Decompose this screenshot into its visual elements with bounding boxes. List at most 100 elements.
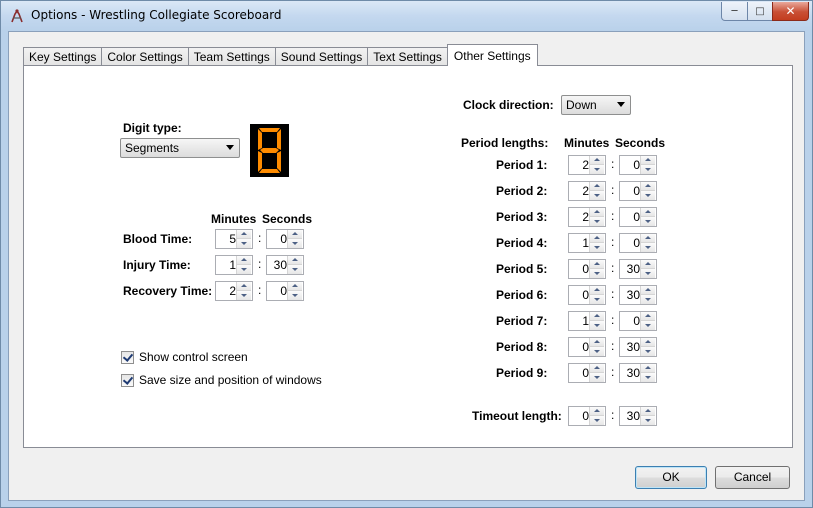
spin-up-icon[interactable] xyxy=(590,338,604,347)
recovery-time-minutes[interactable]: 2 xyxy=(215,281,253,301)
spin-buttons[interactable] xyxy=(589,156,605,174)
spin-buttons[interactable] xyxy=(589,234,605,252)
period-6-seconds[interactable]: 30 xyxy=(619,285,657,305)
spin-down-icon[interactable] xyxy=(641,347,655,356)
period-4-minutes[interactable]: 1 xyxy=(568,233,606,253)
period-1-minutes[interactable]: 2 xyxy=(568,155,606,175)
spin-buttons[interactable] xyxy=(640,407,656,425)
spin-down-icon[interactable] xyxy=(288,291,302,300)
spin-down-icon[interactable] xyxy=(590,321,604,330)
spin-down-icon[interactable] xyxy=(590,373,604,382)
spin-down-icon[interactable] xyxy=(641,243,655,252)
spin-up-icon[interactable] xyxy=(590,234,604,243)
period-9-minutes[interactable]: 0 xyxy=(568,363,606,383)
spin-buttons[interactable] xyxy=(287,230,303,248)
recovery-time-seconds[interactable]: 0 xyxy=(266,281,304,301)
injury-time-minutes[interactable]: 1 xyxy=(215,255,253,275)
spin-up-icon[interactable] xyxy=(288,282,302,291)
spin-up-icon[interactable] xyxy=(288,230,302,239)
tab-key-settings[interactable]: Key Settings xyxy=(23,47,103,66)
spin-down-icon[interactable] xyxy=(590,269,604,278)
spin-up-icon[interactable] xyxy=(641,234,655,243)
spin-down-icon[interactable] xyxy=(641,373,655,382)
blood-time-minutes[interactable]: 5 xyxy=(215,229,253,249)
timeout-seconds[interactable]: 30 xyxy=(619,406,657,426)
spin-up-icon[interactable] xyxy=(641,286,655,295)
spin-down-icon[interactable] xyxy=(590,416,604,425)
spin-down-icon[interactable] xyxy=(641,269,655,278)
spin-up-icon[interactable] xyxy=(641,338,655,347)
spin-down-icon[interactable] xyxy=(237,239,251,248)
spin-down-icon[interactable] xyxy=(237,265,251,274)
spin-buttons[interactable] xyxy=(640,208,656,226)
period-1-seconds[interactable]: 0 xyxy=(619,155,657,175)
period-6-minutes[interactable]: 0 xyxy=(568,285,606,305)
spin-down-icon[interactable] xyxy=(237,291,251,300)
tab-team-settings[interactable]: Team Settings xyxy=(187,47,276,66)
spin-down-icon[interactable] xyxy=(288,265,302,274)
tab-sound-settings[interactable]: Sound Settings xyxy=(274,47,369,66)
spin-down-icon[interactable] xyxy=(288,239,302,248)
spin-down-icon[interactable] xyxy=(590,243,604,252)
spin-up-icon[interactable] xyxy=(641,260,655,269)
spin-buttons[interactable] xyxy=(640,182,656,200)
spin-up-icon[interactable] xyxy=(288,256,302,265)
spin-down-icon[interactable] xyxy=(641,416,655,425)
spin-down-icon[interactable] xyxy=(641,217,655,226)
spin-buttons[interactable] xyxy=(640,234,656,252)
cancel-button[interactable]: Cancel xyxy=(715,466,790,489)
blood-time-seconds[interactable]: 0 xyxy=(266,229,304,249)
spin-down-icon[interactable] xyxy=(590,165,604,174)
spin-buttons[interactable] xyxy=(640,260,656,278)
spin-up-icon[interactable] xyxy=(590,364,604,373)
spin-up-icon[interactable] xyxy=(590,156,604,165)
spin-down-icon[interactable] xyxy=(641,191,655,200)
save-window-position-checkbox[interactable] xyxy=(121,374,134,387)
spin-buttons[interactable] xyxy=(589,286,605,304)
minimize-button[interactable]: ─ xyxy=(721,2,748,21)
spin-buttons[interactable] xyxy=(640,338,656,356)
spin-down-icon[interactable] xyxy=(641,295,655,304)
spin-down-icon[interactable] xyxy=(590,217,604,226)
spin-buttons[interactable] xyxy=(236,230,252,248)
spin-buttons[interactable] xyxy=(640,364,656,382)
spin-buttons[interactable] xyxy=(589,364,605,382)
period-2-seconds[interactable]: 0 xyxy=(619,181,657,201)
close-button[interactable]: ✕ xyxy=(772,2,809,21)
period-7-seconds[interactable]: 0 xyxy=(619,311,657,331)
period-7-minutes[interactable]: 1 xyxy=(568,311,606,331)
spin-down-icon[interactable] xyxy=(590,191,604,200)
save-window-position-label[interactable]: Save size and position of windows xyxy=(139,373,322,387)
period-5-seconds[interactable]: 30 xyxy=(619,259,657,279)
period-8-seconds[interactable]: 30 xyxy=(619,337,657,357)
spin-up-icon[interactable] xyxy=(641,312,655,321)
spin-buttons[interactable] xyxy=(589,407,605,425)
spin-up-icon[interactable] xyxy=(590,407,604,416)
spin-up-icon[interactable] xyxy=(641,182,655,191)
maximize-button[interactable]: □ xyxy=(747,2,773,21)
show-control-screen-label[interactable]: Show control screen xyxy=(139,350,248,364)
period-5-minutes[interactable]: 0 xyxy=(568,259,606,279)
clock-direction-select[interactable]: Down xyxy=(561,95,631,115)
spin-down-icon[interactable] xyxy=(590,295,604,304)
spin-down-icon[interactable] xyxy=(641,165,655,174)
spin-up-icon[interactable] xyxy=(641,364,655,373)
spin-buttons[interactable] xyxy=(589,312,605,330)
period-8-minutes[interactable]: 0 xyxy=(568,337,606,357)
digit-type-select[interactable]: Segments xyxy=(120,138,240,158)
title-bar[interactable]: Options - Wrestling Collegiate Scoreboar… xyxy=(1,1,812,31)
spin-buttons[interactable] xyxy=(589,338,605,356)
timeout-minutes[interactable]: 0 xyxy=(568,406,606,426)
spin-up-icon[interactable] xyxy=(590,312,604,321)
period-3-seconds[interactable]: 0 xyxy=(619,207,657,227)
spin-buttons[interactable] xyxy=(640,312,656,330)
spin-down-icon[interactable] xyxy=(641,321,655,330)
tab-color-settings[interactable]: Color Settings xyxy=(101,47,189,66)
spin-buttons[interactable] xyxy=(287,282,303,300)
spin-buttons[interactable] xyxy=(640,286,656,304)
spin-buttons[interactable] xyxy=(236,282,252,300)
period-2-minutes[interactable]: 2 xyxy=(568,181,606,201)
spin-up-icon[interactable] xyxy=(590,286,604,295)
injury-time-seconds[interactable]: 30 xyxy=(266,255,304,275)
spin-up-icon[interactable] xyxy=(641,407,655,416)
